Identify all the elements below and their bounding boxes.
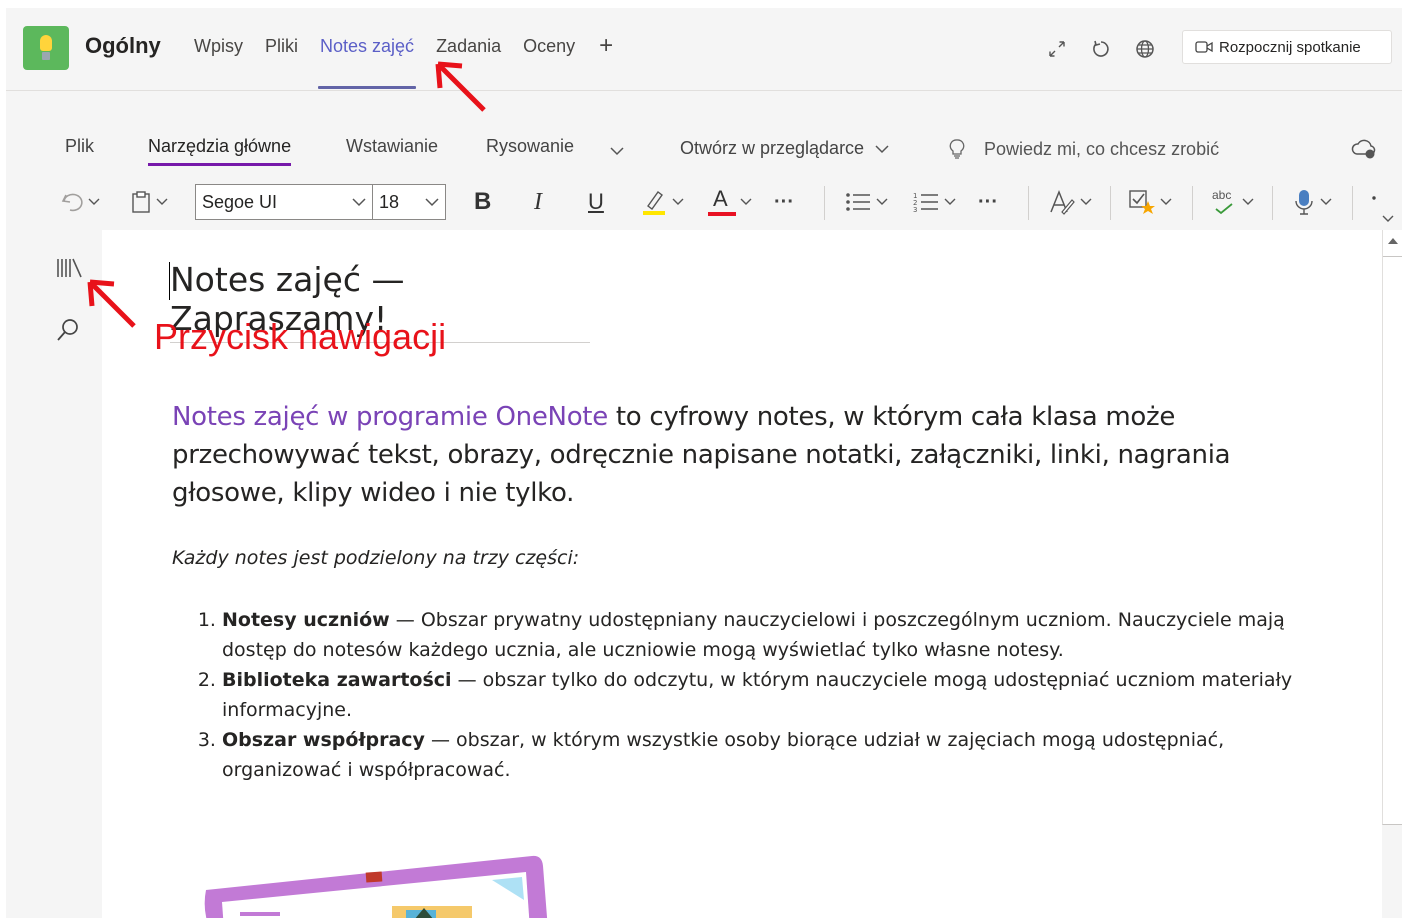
undo-icon bbox=[61, 193, 83, 212]
part-term: Notesy uczniów bbox=[222, 609, 390, 631]
chevron-down-icon bbox=[1320, 198, 1332, 205]
intro-paragraph[interactable]: Notes zajęć w programie OneNote to cyfro… bbox=[172, 398, 1347, 512]
microphone-icon bbox=[1295, 190, 1313, 215]
part-term: Obszar współpracy bbox=[222, 729, 425, 751]
channel-name: Ogólny bbox=[85, 33, 161, 58]
chevron-down-icon bbox=[944, 198, 956, 205]
refresh-icon[interactable] bbox=[1090, 38, 1112, 60]
parts-heading: Każdy notes jest podzielony na trzy częś… bbox=[172, 547, 580, 569]
spelling-button[interactable]: abc bbox=[1210, 182, 1254, 222]
font-size-value: 18 bbox=[379, 191, 400, 212]
ribbon-tab-draw[interactable]: Rysowanie bbox=[486, 136, 574, 157]
chevron-down-icon bbox=[352, 198, 366, 207]
tab-oceny[interactable]: Oceny bbox=[523, 36, 575, 88]
channel-tabs: Wpisy Pliki Notes zajęć Zadania Oceny + bbox=[194, 34, 613, 89]
font-family-select[interactable]: Segoe UI bbox=[195, 184, 373, 220]
open-in-browser-label: Otwórz w przeglądarce bbox=[680, 138, 865, 158]
tab-wpisy[interactable]: Wpisy bbox=[194, 36, 243, 88]
expand-icon[interactable] bbox=[1046, 38, 1068, 60]
add-tab-button[interactable]: + bbox=[599, 34, 613, 88]
ribbon-tab-file[interactable]: Plik bbox=[65, 136, 94, 157]
tell-me-placeholder: Powiedz mi, co chcesz zrobić bbox=[984, 138, 1220, 159]
notebook-parts-list: Notesy uczniów — Obszar prywatny udostęp… bbox=[184, 605, 1332, 785]
paste-button[interactable] bbox=[130, 182, 168, 222]
font-family-value: Segoe UI bbox=[202, 191, 278, 212]
chevron-down-icon bbox=[876, 198, 888, 205]
ribbon-tab-home[interactable]: Narzędzia główne bbox=[148, 136, 292, 166]
chevron-down-icon bbox=[425, 198, 439, 207]
italic-button[interactable]: I bbox=[534, 182, 542, 222]
cloud-sync-icon[interactable] bbox=[1350, 138, 1378, 165]
numbering-button[interactable]: 123 bbox=[912, 182, 956, 222]
chevron-down-icon bbox=[1160, 198, 1172, 205]
font-color-button[interactable]: A bbox=[708, 182, 752, 222]
search-icon[interactable] bbox=[56, 318, 80, 349]
chevron-down-icon bbox=[875, 145, 889, 154]
bullet-list-icon bbox=[846, 193, 870, 211]
chevron-down-icon bbox=[740, 198, 752, 205]
list-item: Biblioteka zawartości — obszar tylko do … bbox=[222, 665, 1332, 725]
tag-checkbox-icon bbox=[1129, 190, 1155, 214]
chevron-down-icon bbox=[1080, 198, 1092, 205]
globe-icon[interactable] bbox=[1134, 38, 1156, 60]
notebook-illustration bbox=[204, 855, 548, 918]
annotation-label: Przycisk nawigacji bbox=[154, 316, 447, 357]
font-color-swatch bbox=[708, 212, 736, 216]
svg-text:3: 3 bbox=[913, 206, 917, 214]
annotation-arrow-tab bbox=[435, 61, 486, 112]
teams-window: Ogólny Wpisy Pliki Notes zajęć Zadania O… bbox=[6, 8, 1402, 918]
tab-notes-zajec[interactable]: Notes zajęć bbox=[318, 36, 417, 89]
team-logo[interactable] bbox=[23, 26, 69, 70]
tell-me-search[interactable]: Powiedz mi, co chcesz zrobić bbox=[948, 138, 1219, 160]
start-meeting-button[interactable]: Rozpocznij spotkanie bbox=[1182, 30, 1392, 64]
styles-icon bbox=[1050, 189, 1075, 215]
chevron-down-icon bbox=[88, 198, 100, 205]
numbered-list-icon: 123 bbox=[913, 192, 938, 214]
undo-button[interactable] bbox=[60, 182, 100, 222]
overflow-icon bbox=[1372, 196, 1394, 222]
onenote-class-notebook-link[interactable]: Notes zajęć w programie OneNote bbox=[172, 402, 608, 432]
video-camera-icon bbox=[1195, 40, 1213, 54]
highlighter-icon bbox=[643, 191, 665, 215]
ribbon-toolbar: Segoe UI 18 B I U A ··· 123 ··· abc bbox=[6, 182, 1402, 226]
chevron-down-icon bbox=[672, 198, 684, 205]
list-item: Notesy uczniów — Obszar prywatny udostęp… bbox=[222, 605, 1332, 665]
scroll-up-arrow-icon[interactable] bbox=[1388, 238, 1398, 244]
ribbon-tab-insert[interactable]: Wstawianie bbox=[346, 136, 438, 157]
open-in-browser-button[interactable]: Otwórz w przeglądarce bbox=[680, 138, 889, 159]
ribbon-more-tabs-chevron-icon[interactable] bbox=[610, 140, 624, 161]
highlight-button[interactable] bbox=[640, 182, 684, 222]
spell-check-icon: abc bbox=[1210, 187, 1238, 217]
ribbon-overflow-button[interactable] bbox=[1368, 180, 1394, 222]
dictate-button[interactable] bbox=[1292, 182, 1332, 222]
vertical-scrollbar[interactable] bbox=[1382, 230, 1402, 825]
lightbulb-icon bbox=[40, 35, 52, 51]
more-formatting-button[interactable]: ··· bbox=[774, 182, 794, 222]
tag-button[interactable] bbox=[1128, 182, 1172, 222]
bullets-button[interactable] bbox=[844, 182, 888, 222]
ribbon-tabs: Plik Narzędzia główne Wstawianie Rysowan… bbox=[6, 132, 1402, 168]
part-term: Biblioteka zawartości bbox=[222, 669, 452, 691]
underline-button[interactable]: U bbox=[588, 182, 604, 222]
lightbulb-icon bbox=[949, 139, 965, 159]
annotation-arrow-navigation bbox=[87, 279, 136, 328]
channel-header: Ogólny Wpisy Pliki Notes zajęć Zadania O… bbox=[6, 8, 1402, 91]
styles-button[interactable] bbox=[1048, 182, 1092, 222]
chevron-down-icon bbox=[1242, 198, 1254, 205]
bold-button[interactable]: B bbox=[474, 182, 491, 222]
font-color-glyph: A bbox=[713, 186, 728, 211]
more-paragraph-button[interactable]: ··· bbox=[978, 182, 998, 222]
tab-pliki[interactable]: Pliki bbox=[265, 36, 298, 88]
list-item: Obszar współpracy — obszar, w którym wsz… bbox=[222, 725, 1332, 785]
clipboard-icon bbox=[132, 191, 150, 213]
chevron-down-icon bbox=[156, 198, 168, 205]
font-size-select[interactable]: 18 bbox=[372, 184, 446, 220]
start-meeting-label: Rozpocznij spotkanie bbox=[1219, 38, 1361, 56]
note-page[interactable]: Notes zajęć — Zapraszamy! Przycisk nawig… bbox=[102, 230, 1382, 918]
